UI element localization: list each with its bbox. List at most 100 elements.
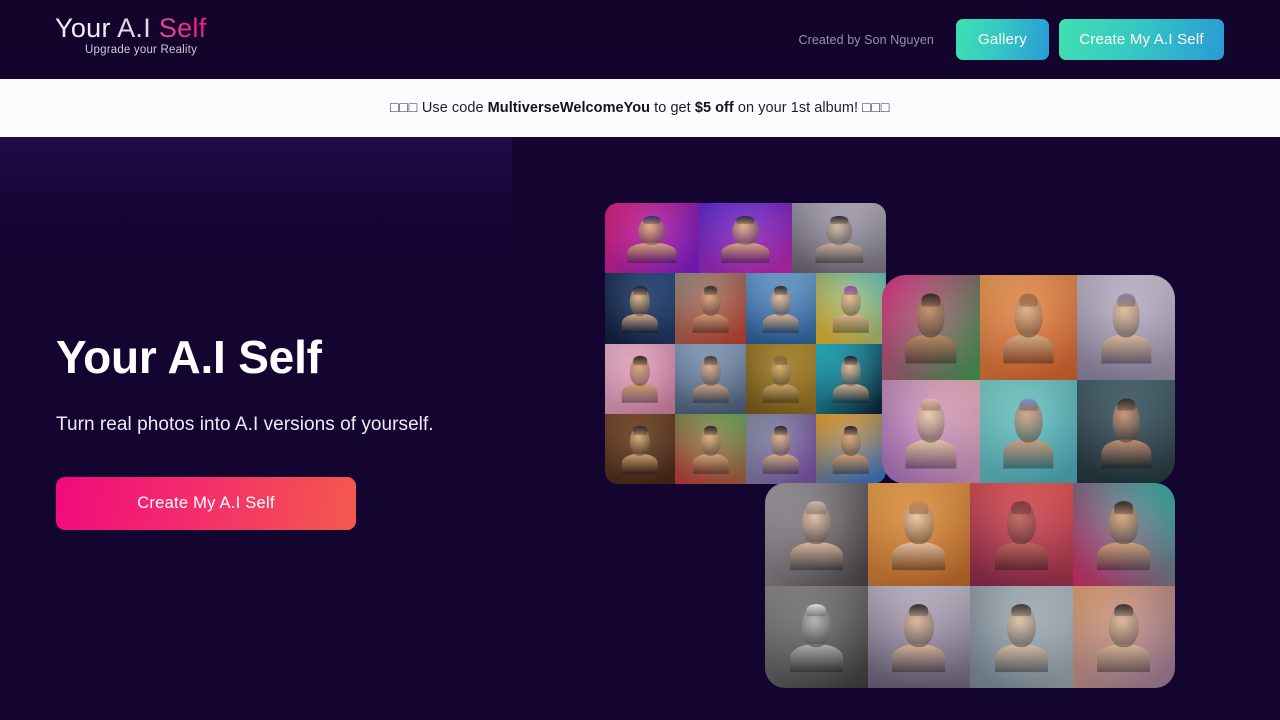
portrait-face-silhouette [622,285,659,333]
portrait-face-silhouette [789,603,843,673]
portrait-head [801,501,831,545]
portrait-head [630,426,651,456]
portrait-face-silhouette [832,355,869,404]
created-by-credit: Created by Son Nguyen [798,32,934,47]
portrait-face-silhouette [832,426,869,474]
portrait-shoulders [1097,644,1151,673]
collage-block-top-left [605,203,886,484]
portrait-head [770,426,791,456]
portrait-head [700,285,721,316]
portrait-face-silhouette [892,501,946,571]
collage-portrait-tile [1077,275,1175,380]
portrait-shoulders [762,313,799,333]
portrait-hair [703,285,717,295]
promo-discount: $5 off [694,100,734,116]
portrait-face-silhouette [762,355,799,404]
header-actions: Created by Son Nguyen Gallery Create My … [798,0,1224,79]
portrait-head [1109,501,1139,545]
portrait-shoulders [762,383,799,404]
collage-portrait-tile [815,273,886,344]
collage-portrait-tile [1072,585,1175,688]
portrait-face-silhouette [692,426,729,474]
portrait-head [700,355,721,386]
portrait-head [1014,293,1043,338]
promo-banner: □□□ Use code MultiverseWelcomeYou to get… [0,79,1280,137]
portrait-shoulders [1097,541,1151,571]
collage-portrait-tile [745,413,816,484]
portrait-face-silhouette [622,426,659,474]
brand-word-ai: A.I [117,13,151,43]
gallery-button[interactable]: Gallery [956,19,1049,60]
collage-portrait-tile [745,273,816,344]
portrait-hair [1011,603,1031,617]
portrait-head [916,398,945,443]
portrait-face-silhouette [789,501,843,571]
portrait-shoulders [622,383,659,404]
collage-portrait-tile [1077,379,1175,484]
collage-portrait-tile [698,203,793,274]
portrait-shoulders [692,383,729,404]
collage-portrait-tile [979,275,1078,380]
collage-portrait-tile [882,275,980,380]
brand-logo[interactable]: Your A.I Self Upgrade your Reality [55,13,355,57]
portrait-head [700,426,721,456]
create-my-ai-self-header-button[interactable]: Create My A.I Self [1059,19,1224,60]
portrait-head [1109,603,1139,647]
portrait-hair [1019,398,1038,411]
portrait-face-silhouette [692,355,729,404]
brand-tagline: Upgrade your Reality [85,44,198,57]
portrait-hair [921,398,941,411]
portrait-head [840,426,861,456]
collage-portrait-tile [605,273,676,344]
portrait-head [630,355,651,386]
portrait-shoulders [892,541,946,571]
collage-portrait-tile [979,379,1078,484]
party-popper-icon-left: □□□ [390,100,418,116]
portrait-hair [773,426,788,435]
portrait-head [1006,501,1036,545]
portrait-collage [0,137,1280,720]
portrait-hair [1019,293,1038,307]
site-header: Your A.I Self Upgrade your Reality Creat… [0,0,1280,79]
portrait-head [840,355,861,386]
portrait-hair [703,426,717,435]
collage-portrait-tile [675,343,746,414]
portrait-shoulders [1100,439,1152,469]
collage-portrait-tile [675,413,746,484]
portrait-face-silhouette [692,285,729,333]
promo-text-part-2: to get [650,100,695,116]
collage-portrait-tile [867,585,970,688]
portrait-head [825,215,853,246]
portrait-face-silhouette [721,215,770,263]
portrait-hair [844,355,858,365]
portrait-shoulders [627,243,676,263]
portrait-hair [830,215,848,225]
collage-portrait-tile [792,203,886,274]
portrait-shoulders [622,453,659,474]
portrait-shoulders [789,541,843,571]
collage-portrait-tile [1072,483,1175,586]
portrait-hair [643,215,661,225]
portrait-head [801,603,831,647]
portrait-shoulders [622,313,659,333]
portrait-hair [806,501,826,514]
portrait-shoulders [892,644,946,673]
collage-portrait-tile [605,343,676,414]
party-popper-icon-right: □□□ [862,100,890,116]
collage-portrait-tile [765,585,868,688]
portrait-shoulders [1003,439,1054,469]
collage-portrait-tile [605,413,676,484]
portrait-hair [921,293,941,307]
portrait-face-silhouette [832,285,869,333]
portrait-face-silhouette [1003,398,1054,469]
portrait-head [770,355,791,386]
portrait-face-silhouette [622,355,659,404]
portrait-hair [633,285,647,295]
portrait-hair [736,215,755,225]
hero-section: Your A.I Self Turn real photos into A.I … [0,137,1280,720]
portrait-hair [1011,501,1031,514]
portrait-shoulders [832,383,869,404]
portrait-shoulders [789,644,843,673]
portrait-head [1112,293,1141,338]
collage-portrait-tile [867,483,970,586]
